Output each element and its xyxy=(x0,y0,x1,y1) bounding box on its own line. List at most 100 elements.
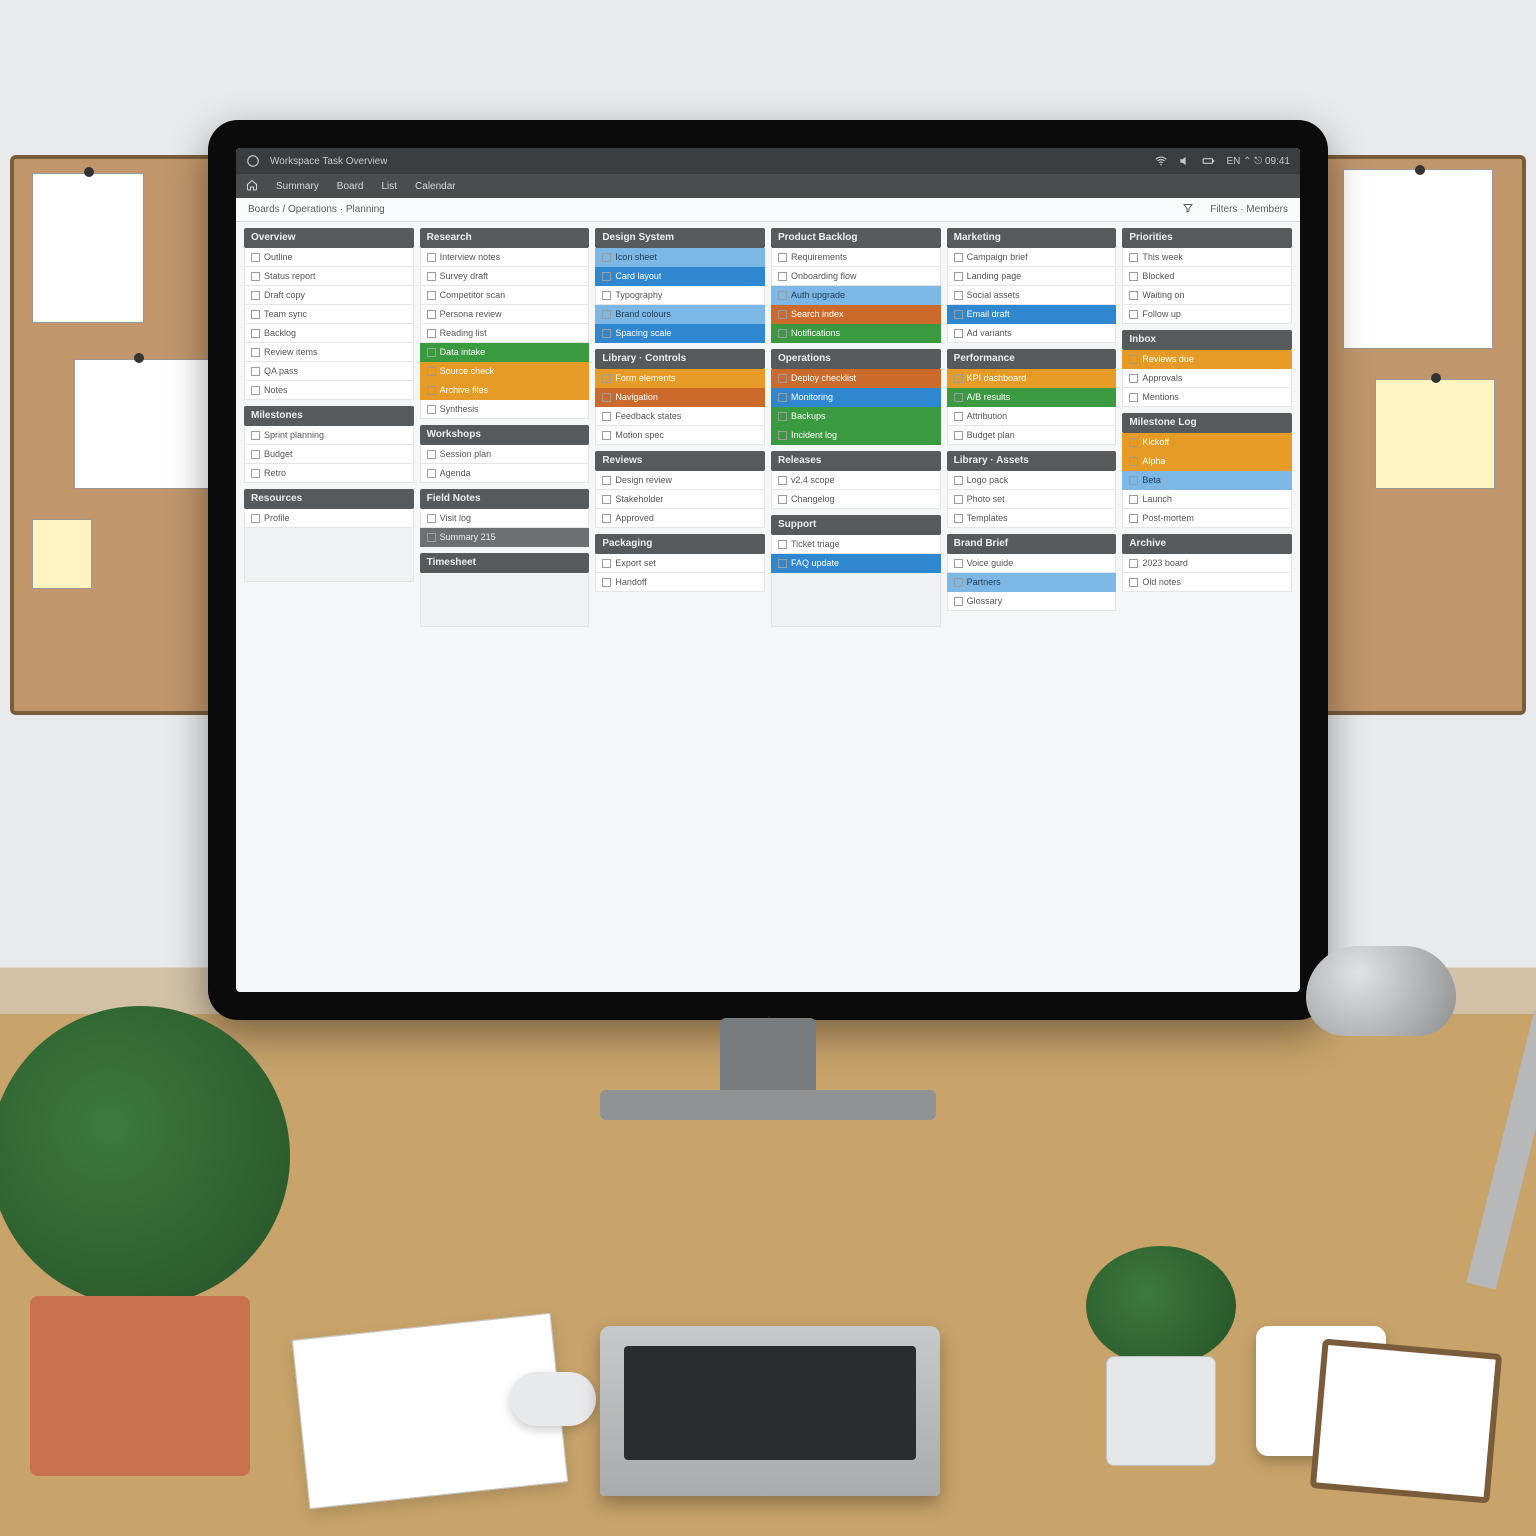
column-header[interactable]: Marketing xyxy=(947,228,1117,248)
mini-table[interactable] xyxy=(771,573,941,627)
task-card[interactable]: Partners xyxy=(947,573,1117,592)
menu-calendar[interactable]: Calendar xyxy=(415,181,456,192)
checkbox-icon[interactable] xyxy=(778,374,787,383)
kanban-board[interactable]: OverviewOutlineStatus reportDraft copyTe… xyxy=(236,222,1300,992)
section-header[interactable]: Packaging xyxy=(595,534,765,554)
task-card[interactable]: Source check xyxy=(420,362,590,381)
checkbox-icon[interactable] xyxy=(954,310,963,319)
section-header[interactable]: Milestone Log xyxy=(1122,413,1292,433)
checkbox-icon[interactable] xyxy=(427,533,436,542)
checkbox-icon[interactable] xyxy=(602,476,611,485)
menu-summary[interactable]: Summary xyxy=(276,181,319,192)
task-card[interactable]: Brand colours xyxy=(595,305,765,324)
task-card[interactable]: Glossary xyxy=(947,592,1117,611)
checkbox-icon[interactable] xyxy=(1129,272,1138,281)
checkbox-icon[interactable] xyxy=(602,578,611,587)
task-card[interactable]: Monitoring xyxy=(771,388,941,407)
column-header[interactable]: Research xyxy=(420,228,590,248)
board-column[interactable]: MarketingCampaign briefLanding pageSocia… xyxy=(947,228,1117,627)
column-header[interactable]: Product Backlog xyxy=(771,228,941,248)
task-card[interactable]: Agenda xyxy=(420,464,590,483)
checkbox-icon[interactable] xyxy=(954,495,963,504)
checkbox-icon[interactable] xyxy=(602,272,611,281)
checkbox-icon[interactable] xyxy=(954,559,963,568)
checkbox-icon[interactable] xyxy=(954,253,963,262)
task-card[interactable]: Status report xyxy=(244,267,414,286)
section-header[interactable]: Reviews xyxy=(595,451,765,471)
checkbox-icon[interactable] xyxy=(427,386,436,395)
checkbox-icon[interactable] xyxy=(1129,457,1138,466)
checkbox-icon[interactable] xyxy=(954,578,963,587)
board-column[interactable]: OverviewOutlineStatus reportDraft copyTe… xyxy=(244,228,414,627)
mini-table[interactable] xyxy=(420,573,590,627)
checkbox-icon[interactable] xyxy=(1129,438,1138,447)
task-card[interactable]: Approvals xyxy=(1122,369,1292,388)
task-card[interactable]: Competitor scan xyxy=(420,286,590,305)
section-header[interactable]: Resources xyxy=(244,489,414,509)
checkbox-icon[interactable] xyxy=(1129,374,1138,383)
section-header[interactable]: Inbox xyxy=(1122,330,1292,350)
task-card[interactable]: Reviews due xyxy=(1122,350,1292,369)
task-card[interactable]: Landing page xyxy=(947,267,1117,286)
board-column[interactable]: ResearchInterview notesSurvey draftCompe… xyxy=(420,228,590,627)
task-card[interactable]: Voice guide xyxy=(947,554,1117,573)
checkbox-icon[interactable] xyxy=(778,272,787,281)
task-card[interactable]: Retro xyxy=(244,464,414,483)
checkbox-icon[interactable] xyxy=(251,348,260,357)
checkbox-icon[interactable] xyxy=(427,272,436,281)
checkbox-icon[interactable] xyxy=(1129,291,1138,300)
breadcrumb[interactable]: Boards / Operations · Planning xyxy=(248,204,385,215)
section-header[interactable]: Library · Controls xyxy=(595,349,765,369)
task-card[interactable]: Backups xyxy=(771,407,941,426)
task-card[interactable]: Draft copy xyxy=(244,286,414,305)
task-card[interactable]: Waiting on xyxy=(1122,286,1292,305)
task-card[interactable]: Post-mortem xyxy=(1122,509,1292,528)
task-card[interactable]: Logo pack xyxy=(947,471,1117,490)
checkbox-icon[interactable] xyxy=(251,431,260,440)
task-card[interactable]: Navigation xyxy=(595,388,765,407)
task-card[interactable]: Notes xyxy=(244,381,414,400)
checkbox-icon[interactable] xyxy=(1129,393,1138,402)
task-card[interactable]: Form elements xyxy=(595,369,765,388)
toolbar-right[interactable]: Filters · Members xyxy=(1210,204,1288,215)
filter-icon[interactable] xyxy=(1182,202,1194,217)
board-column[interactable]: Design SystemIcon sheetCard layoutTypogr… xyxy=(595,228,765,627)
task-card[interactable]: Motion spec xyxy=(595,426,765,445)
task-card[interactable]: Visit log xyxy=(420,509,590,528)
checkbox-icon[interactable] xyxy=(602,374,611,383)
checkbox-icon[interactable] xyxy=(427,469,436,478)
task-card[interactable]: Photo set xyxy=(947,490,1117,509)
task-card[interactable]: Team sync xyxy=(244,305,414,324)
task-card[interactable]: Outline xyxy=(244,248,414,267)
checkbox-icon[interactable] xyxy=(251,253,260,262)
menu-list[interactable]: List xyxy=(381,181,397,192)
task-card[interactable]: Kickoff xyxy=(1122,433,1292,452)
checkbox-icon[interactable] xyxy=(778,476,787,485)
task-card[interactable]: KPI dashboard xyxy=(947,369,1117,388)
task-card[interactable]: Approved xyxy=(595,509,765,528)
task-card[interactable]: Survey draft xyxy=(420,267,590,286)
checkbox-icon[interactable] xyxy=(1129,514,1138,523)
home-icon[interactable] xyxy=(246,179,258,194)
board-column[interactable]: PrioritiesThis weekBlockedWaiting onFoll… xyxy=(1122,228,1292,627)
task-card[interactable]: Budget xyxy=(244,445,414,464)
section-header[interactable]: Milestones xyxy=(244,406,414,426)
checkbox-icon[interactable] xyxy=(778,412,787,421)
checkbox-icon[interactable] xyxy=(778,559,787,568)
checkbox-icon[interactable] xyxy=(427,450,436,459)
task-card[interactable]: Attribution xyxy=(947,407,1117,426)
task-card[interactable]: Summary 215 xyxy=(420,528,590,547)
checkbox-icon[interactable] xyxy=(778,393,787,402)
checkbox-icon[interactable] xyxy=(602,514,611,523)
checkbox-icon[interactable] xyxy=(251,386,260,395)
section-header[interactable]: Support xyxy=(771,515,941,535)
checkbox-icon[interactable] xyxy=(778,253,787,262)
checkbox-icon[interactable] xyxy=(251,329,260,338)
task-card[interactable]: Archive files xyxy=(420,381,590,400)
checkbox-icon[interactable] xyxy=(427,329,436,338)
task-card[interactable]: Handoff xyxy=(595,573,765,592)
task-card[interactable]: QA pass xyxy=(244,362,414,381)
checkbox-icon[interactable] xyxy=(778,310,787,319)
column-header[interactable]: Priorities xyxy=(1122,228,1292,248)
task-card[interactable]: Changelog xyxy=(771,490,941,509)
